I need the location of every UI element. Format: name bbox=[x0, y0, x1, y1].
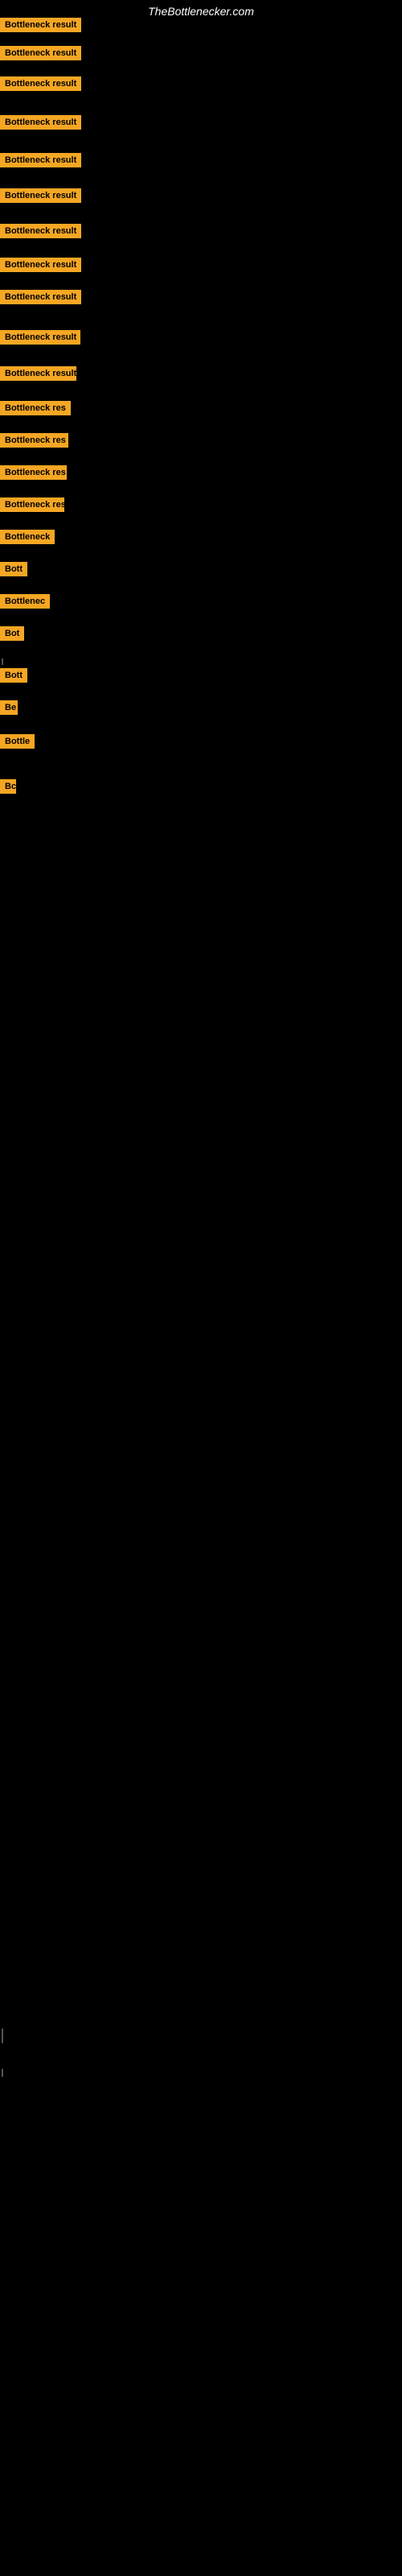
bottleneck-badge-21: Be bbox=[0, 700, 18, 715]
vertical-line-3 bbox=[2, 2069, 3, 2077]
bottleneck-badge-20: Bott bbox=[0, 668, 27, 683]
bottleneck-badge-10: Bottleneck result bbox=[0, 330, 80, 345]
bottleneck-badge-8: Bottleneck result bbox=[0, 258, 81, 272]
bottleneck-badge-3: Bottleneck result bbox=[0, 76, 81, 91]
bottleneck-badge-17: Bott bbox=[0, 562, 27, 576]
bottleneck-badge-12: Bottleneck res bbox=[0, 401, 71, 415]
bottleneck-badge-15: Bottleneck res bbox=[0, 497, 64, 512]
bottleneck-badge-1: Bottleneck result bbox=[0, 18, 81, 32]
vertical-line-2 bbox=[2, 2029, 3, 2043]
bottleneck-badge-6: Bottleneck result bbox=[0, 188, 81, 203]
bottleneck-badge-9: Bottleneck result bbox=[0, 290, 81, 304]
bottleneck-badge-5: Bottleneck result bbox=[0, 153, 81, 167]
bottleneck-badge-13: Bottleneck res bbox=[0, 433, 68, 448]
vertical-line-1 bbox=[2, 658, 3, 665]
bottleneck-badge-7: Bottleneck result bbox=[0, 224, 81, 238]
bottleneck-badge-22: Bottle bbox=[0, 734, 35, 749]
bottleneck-badge-23: Bc bbox=[0, 779, 16, 794]
bottleneck-badge-14: Bottleneck res bbox=[0, 465, 67, 480]
bottleneck-badge-19: Bot bbox=[0, 626, 24, 641]
bottleneck-badge-2: Bottleneck result bbox=[0, 46, 81, 60]
bottleneck-badge-11: Bottleneck result bbox=[0, 366, 76, 381]
bottleneck-badge-16: Bottleneck bbox=[0, 530, 55, 544]
bottleneck-badge-4: Bottleneck result bbox=[0, 115, 81, 130]
bottleneck-badge-18: Bottlenec bbox=[0, 594, 50, 609]
